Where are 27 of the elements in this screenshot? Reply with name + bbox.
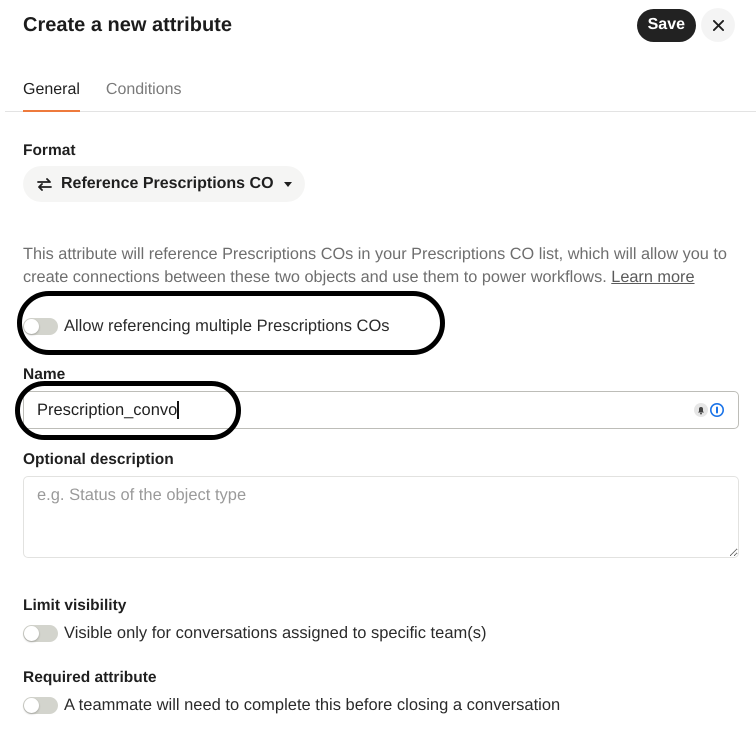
toggle-label: Allow referencing multiple Prescriptions COs xyxy=(64,316,390,336)
dialog-title: Create a new attribute xyxy=(23,13,232,38)
caret-down-icon xyxy=(284,182,292,186)
toggle-switch[interactable] xyxy=(23,624,58,642)
description-textarea[interactable]: e.g. Status of the object type xyxy=(23,476,739,558)
toggle-label: A teammate will need to complete this before closing a conversation xyxy=(64,695,560,715)
tab[interactable]: Conditions xyxy=(106,80,182,112)
field-label: Name xyxy=(23,365,66,385)
close-button[interactable] xyxy=(701,8,735,42)
help-text: This attribute will reference Prescriptions COs in your Prescriptions CO list, which will allow you to create connections between these two objects and use them to power workflows. Learn more xyxy=(23,244,728,288)
tab[interactable]: General xyxy=(23,80,80,112)
learn-more-link[interactable]: Learn more xyxy=(611,268,695,286)
text-caret-icon xyxy=(177,401,179,419)
toggle-label: Visible only for conversations assigned to specific team(s) xyxy=(64,623,486,643)
toggle-switch[interactable] xyxy=(23,696,58,714)
field-label: Format xyxy=(23,141,77,161)
section-heading: Required attribute xyxy=(23,668,158,688)
name-input[interactable]: Prescription_convo xyxy=(23,391,739,429)
swap-arrows-icon xyxy=(37,178,52,190)
close-icon xyxy=(712,20,724,30)
field-label: Optional description xyxy=(23,450,175,470)
format-dropdown[interactable]: Reference Prescriptions CO xyxy=(23,166,305,202)
save-button[interactable]: Save xyxy=(636,8,696,42)
section-heading: Limit visibility xyxy=(23,596,128,616)
bell-icon xyxy=(694,403,708,417)
info-icon xyxy=(710,403,724,417)
toggle-switch[interactable] xyxy=(23,318,58,334)
